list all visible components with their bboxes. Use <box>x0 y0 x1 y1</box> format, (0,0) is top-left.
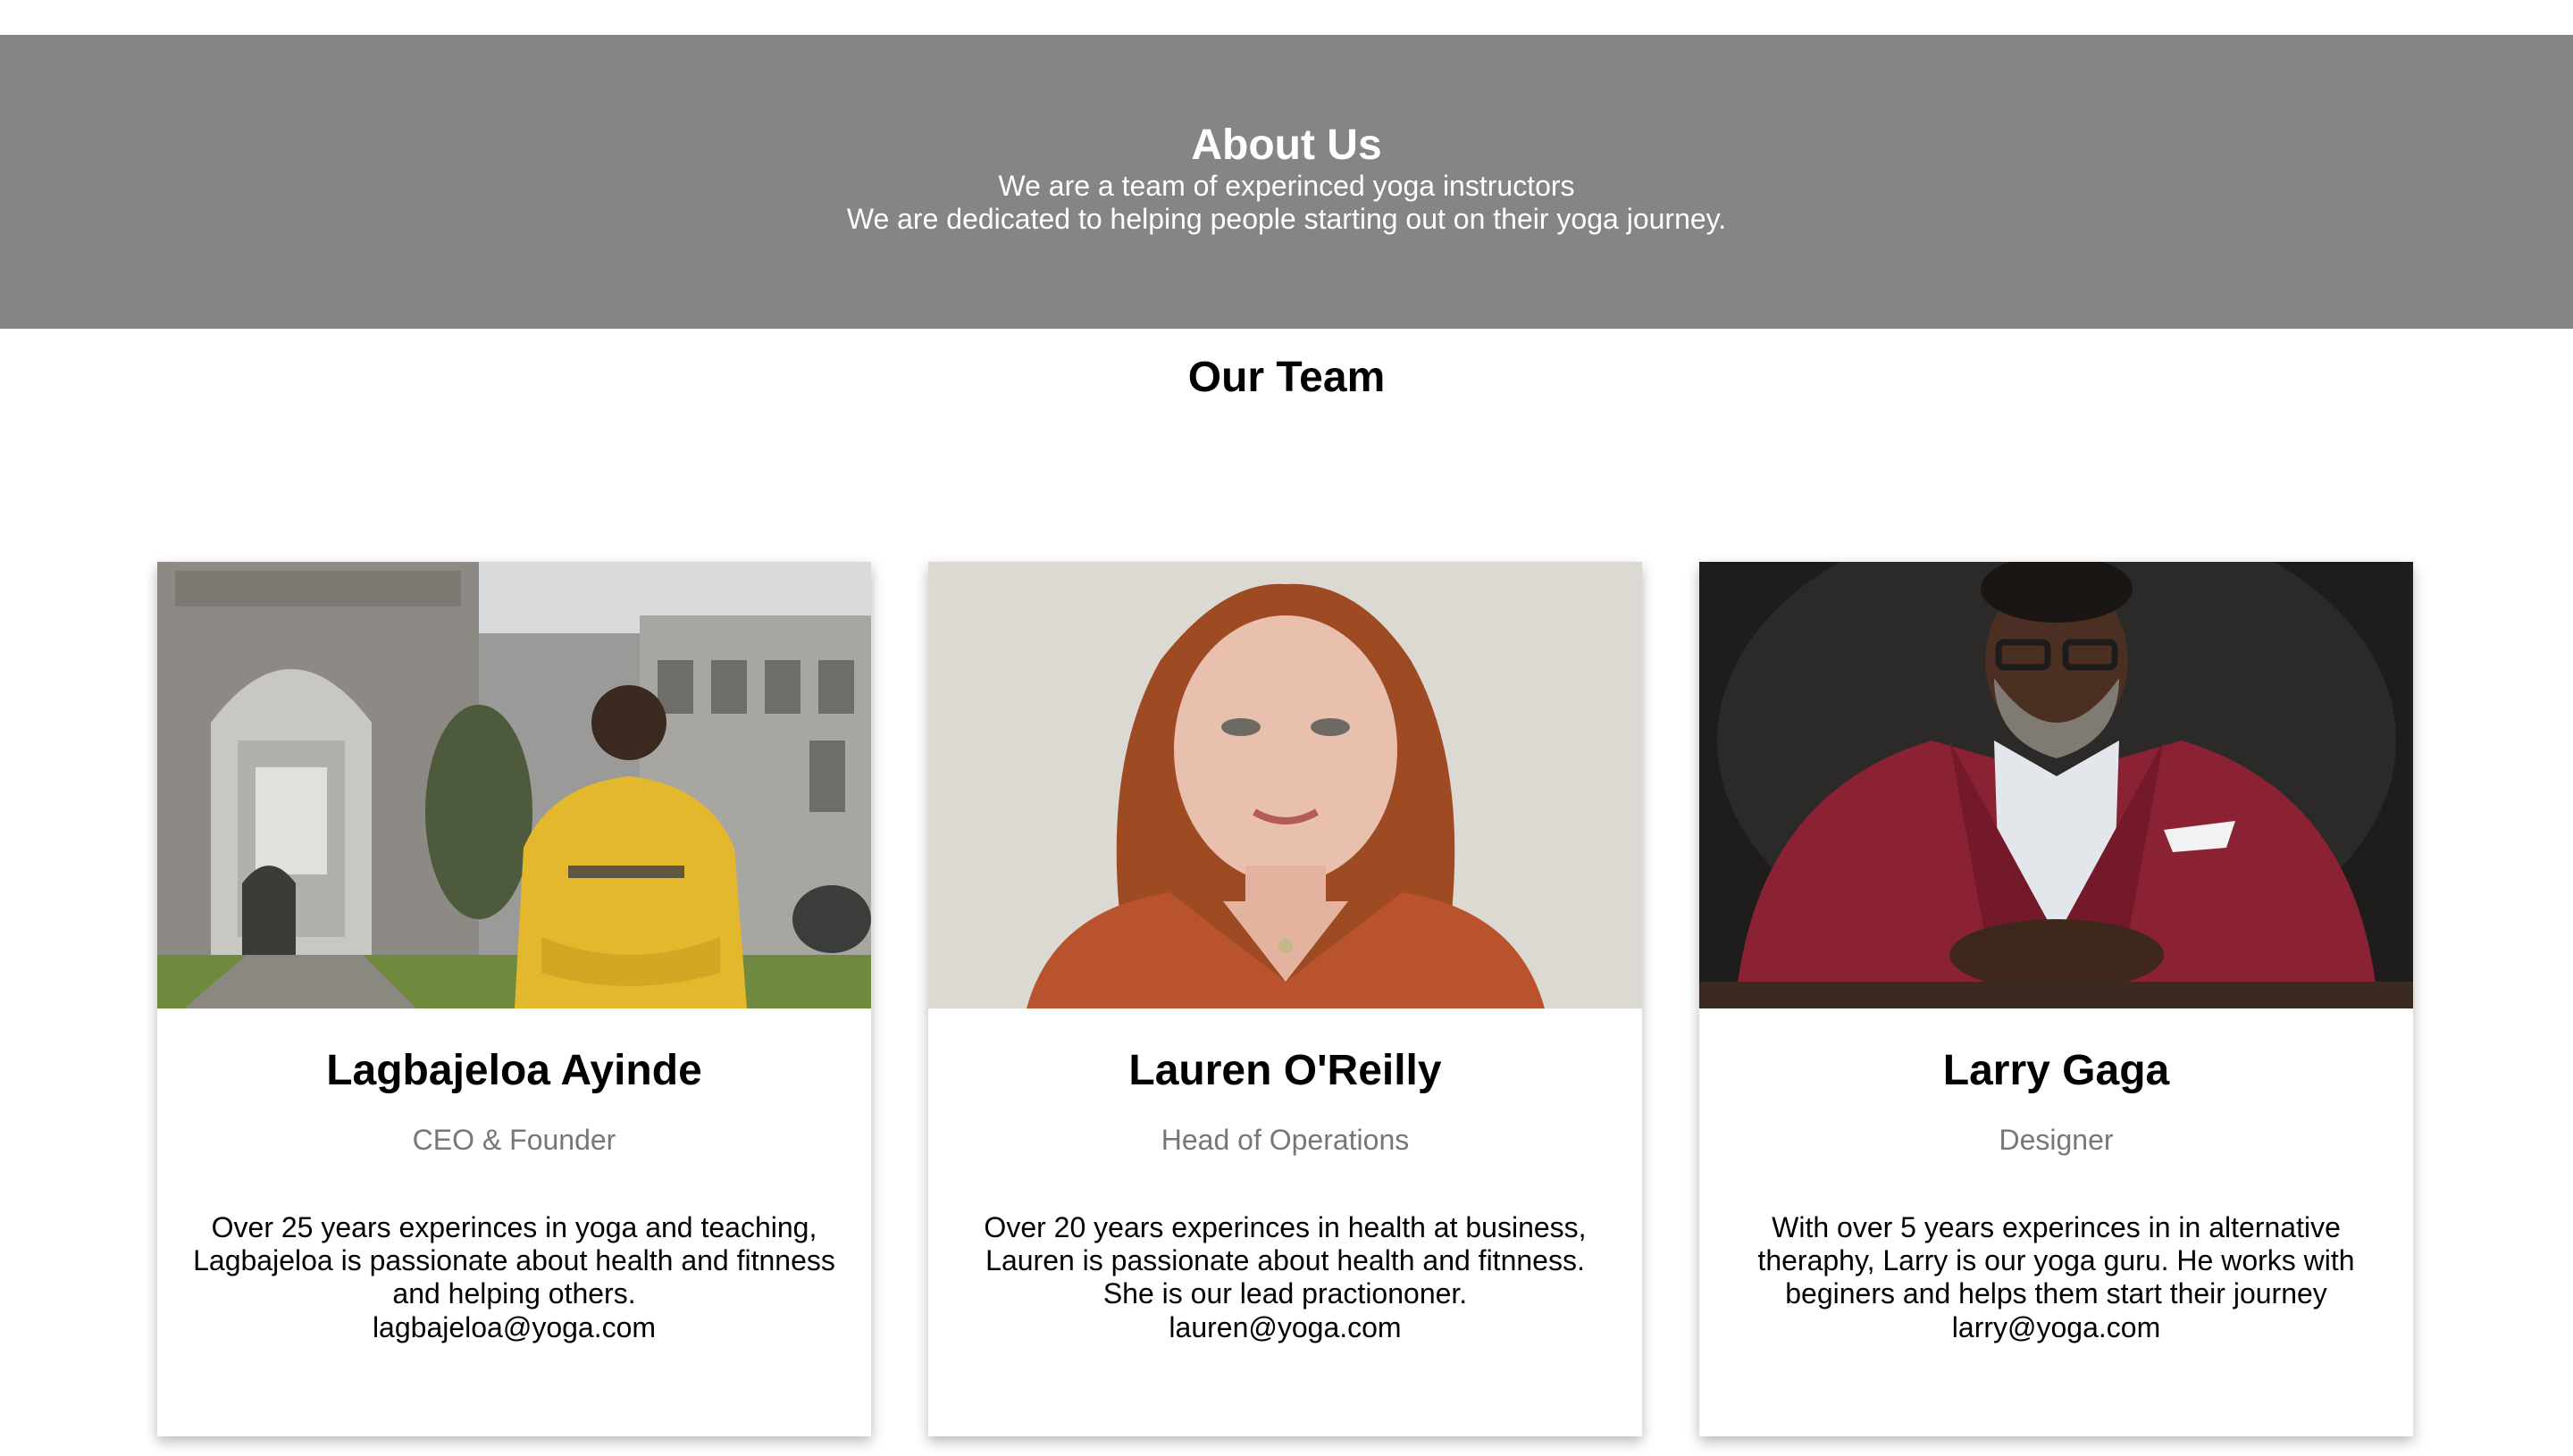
member-bio: Over 25 years experinces in yoga and tea… <box>193 1211 835 1310</box>
team-card-larry: Larry Gaga Designer With over 5 years ex… <box>1699 562 2413 1436</box>
about-line-2: We are dedicated to helping people start… <box>846 203 1727 235</box>
team-card-lauren: Lauren O'Reilly Head of Operations Over … <box>928 562 1642 1436</box>
member-role: Head of Operations <box>1161 1124 1410 1156</box>
member-name: Larry Gaga <box>1942 1047 2170 1094</box>
member-photo <box>157 562 871 1008</box>
member-role: CEO & Founder <box>412 1124 616 1156</box>
about-line-1: We are a team of experinced yoga instruc… <box>998 170 1575 202</box>
team-card-lagbajeloa: Lagbajeloa Ayinde CEO & Founder Over 25 … <box>157 562 871 1436</box>
about-banner: About Us We are a team of experinced yog… <box>0 35 2573 329</box>
member-email: lagbajeloa@yoga.com <box>372 1311 657 1343</box>
member-name: Lauren O'Reilly <box>1128 1047 1442 1094</box>
member-email: larry@yoga.com <box>1951 1311 2161 1343</box>
about-title: About Us <box>1191 121 1382 169</box>
member-photo <box>928 562 1642 1008</box>
member-bio: Over 20 years experinces in health at bu… <box>984 1211 1587 1310</box>
member-email: lauren@yoga.com <box>1169 1311 1402 1343</box>
member-photo <box>1699 562 2413 1008</box>
member-role: Designer <box>1999 1124 2114 1156</box>
team-title: Our Team <box>1187 354 1386 401</box>
member-bio: With over 5 years experinces in in alter… <box>1757 1211 2355 1310</box>
member-name: Lagbajeloa Ayinde <box>326 1047 702 1094</box>
